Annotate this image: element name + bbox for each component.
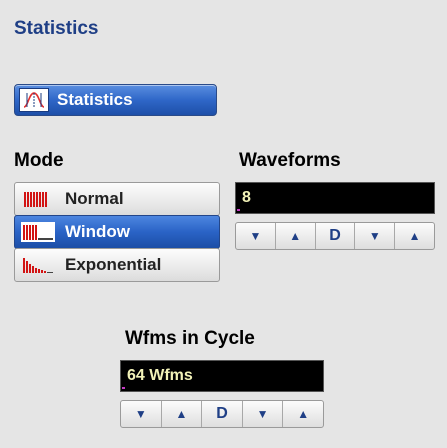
mode-list: Normal Window Exponential (14, 182, 220, 282)
panel-title: Statistics (14, 18, 99, 39)
mode-label: Mode (14, 150, 64, 171)
mode-option-label: Normal (65, 189, 124, 208)
waveforms-fine-up-button[interactable]: ▲ (395, 223, 434, 249)
wfms-in-cycle-fine-up-button[interactable]: ▲ (283, 401, 323, 427)
window-bars-icon (21, 222, 55, 242)
wfms-in-cycle-coarse-down-button[interactable]: ▼ (121, 401, 162, 427)
wfms-in-cycle-fine-down-button[interactable]: ▼ (243, 401, 284, 427)
waveforms-fine-down-button[interactable]: ▼ (355, 223, 396, 249)
mode-option-exponential[interactable]: Exponential (14, 248, 220, 282)
wfms-in-cycle-default-button[interactable]: D (202, 401, 243, 427)
statistics-button-label: Statistics (57, 90, 133, 109)
wfms-in-cycle-coarse-up-button[interactable]: ▲ (162, 401, 203, 427)
mode-option-normal[interactable]: Normal (14, 182, 220, 216)
statistics-button[interactable]: Statistics (14, 84, 217, 116)
waveforms-value-field[interactable]: 8 (235, 182, 435, 214)
waveforms-default-button[interactable]: D (316, 223, 356, 249)
wfms-in-cycle-value-field[interactable]: 64 Wfms (120, 360, 324, 392)
waveforms-coarse-up-button[interactable]: ▲ (276, 223, 316, 249)
exponential-bars-icon (23, 258, 53, 273)
mode-option-label: Exponential (65, 255, 162, 274)
wfms-in-cycle-label: Wfms in Cycle (125, 328, 255, 349)
waveforms-coarse-down-button[interactable]: ▼ (236, 223, 276, 249)
wfms-in-cycle-spinner: ▼ ▲ D ▼ ▲ (120, 400, 324, 428)
waveforms-spinner: ▼ ▲ D ▼ ▲ (235, 222, 435, 250)
mode-option-label: Window (65, 222, 130, 241)
mode-option-window[interactable]: Window (14, 215, 220, 249)
normal-bars-icon (24, 192, 47, 207)
statistics-curve-icon (19, 88, 49, 112)
waveforms-label: Waveforms (239, 150, 341, 171)
